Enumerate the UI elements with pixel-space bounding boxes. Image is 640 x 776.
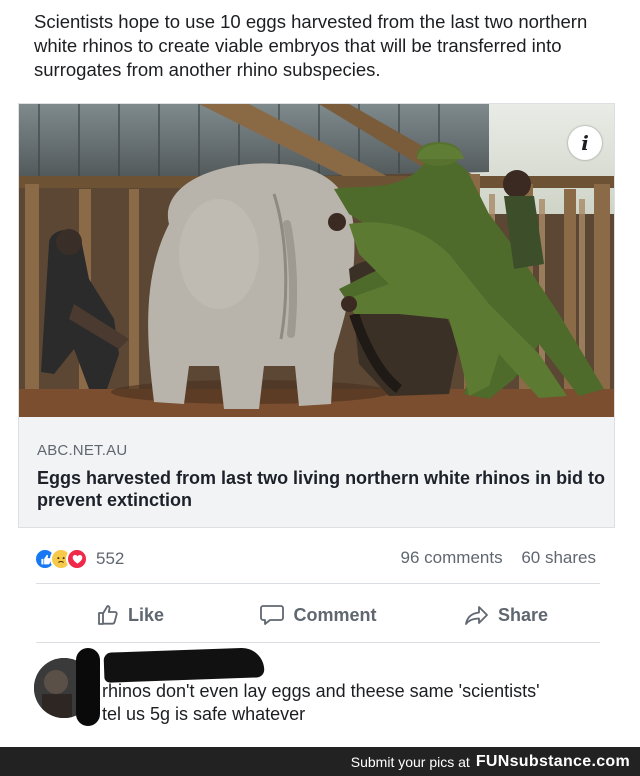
share-button[interactable]: Share bbox=[412, 592, 600, 638]
footer-brand[interactable]: FUNsubstance.com bbox=[476, 753, 630, 771]
comment-text: rhinos don't even lay eggs and theese sa… bbox=[102, 681, 540, 724]
thumbs-up-icon bbox=[96, 603, 120, 627]
link-headline[interactable]: Eggs harvested from last two living nort… bbox=[37, 467, 607, 511]
divider bbox=[36, 583, 600, 584]
comment-button[interactable]: Comment bbox=[224, 592, 412, 638]
footer-prompt: Submit your pics at bbox=[350, 753, 470, 770]
post-text: Scientists hope to use 10 eggs harvested… bbox=[34, 11, 588, 80]
comment-item: rhinos don't even lay eggs and theese sa… bbox=[34, 647, 624, 738]
action-bar: Like Comment Share bbox=[36, 592, 600, 638]
article-photo[interactable]: i bbox=[19, 104, 614, 417]
divider bbox=[36, 642, 600, 643]
watermark-footer: Submit your pics at FUNsubstance.com bbox=[0, 747, 640, 776]
link-meta[interactable]: ABC.NET.AU Eggs harvested from last two … bbox=[37, 442, 607, 511]
engagement-counts[interactable]: 96 comments 60 shares bbox=[401, 548, 596, 568]
redaction-mark bbox=[76, 648, 100, 726]
share-arrow-icon bbox=[464, 603, 490, 627]
share-label: Share bbox=[497, 604, 549, 625]
like-label: Like bbox=[127, 604, 165, 625]
comment-label: Comment bbox=[293, 604, 377, 625]
love-icon bbox=[66, 548, 88, 570]
redacted-name bbox=[103, 647, 265, 683]
like-button[interactable]: Like bbox=[36, 592, 224, 638]
reaction-count: 552 bbox=[96, 549, 125, 568]
comment-icon bbox=[259, 603, 285, 627]
share-count[interactable]: 60 shares bbox=[521, 548, 596, 567]
info-icon[interactable]: i bbox=[568, 126, 602, 160]
reaction-summary[interactable]: 552 bbox=[34, 546, 124, 572]
link-preview-card[interactable]: i ABC.NET.AU Eggs harvested from last tw… bbox=[18, 103, 615, 528]
comment-count[interactable]: 96 comments bbox=[401, 548, 503, 567]
rhino-photo-illustration bbox=[19, 104, 614, 417]
link-source: ABC.NET.AU bbox=[37, 442, 128, 459]
